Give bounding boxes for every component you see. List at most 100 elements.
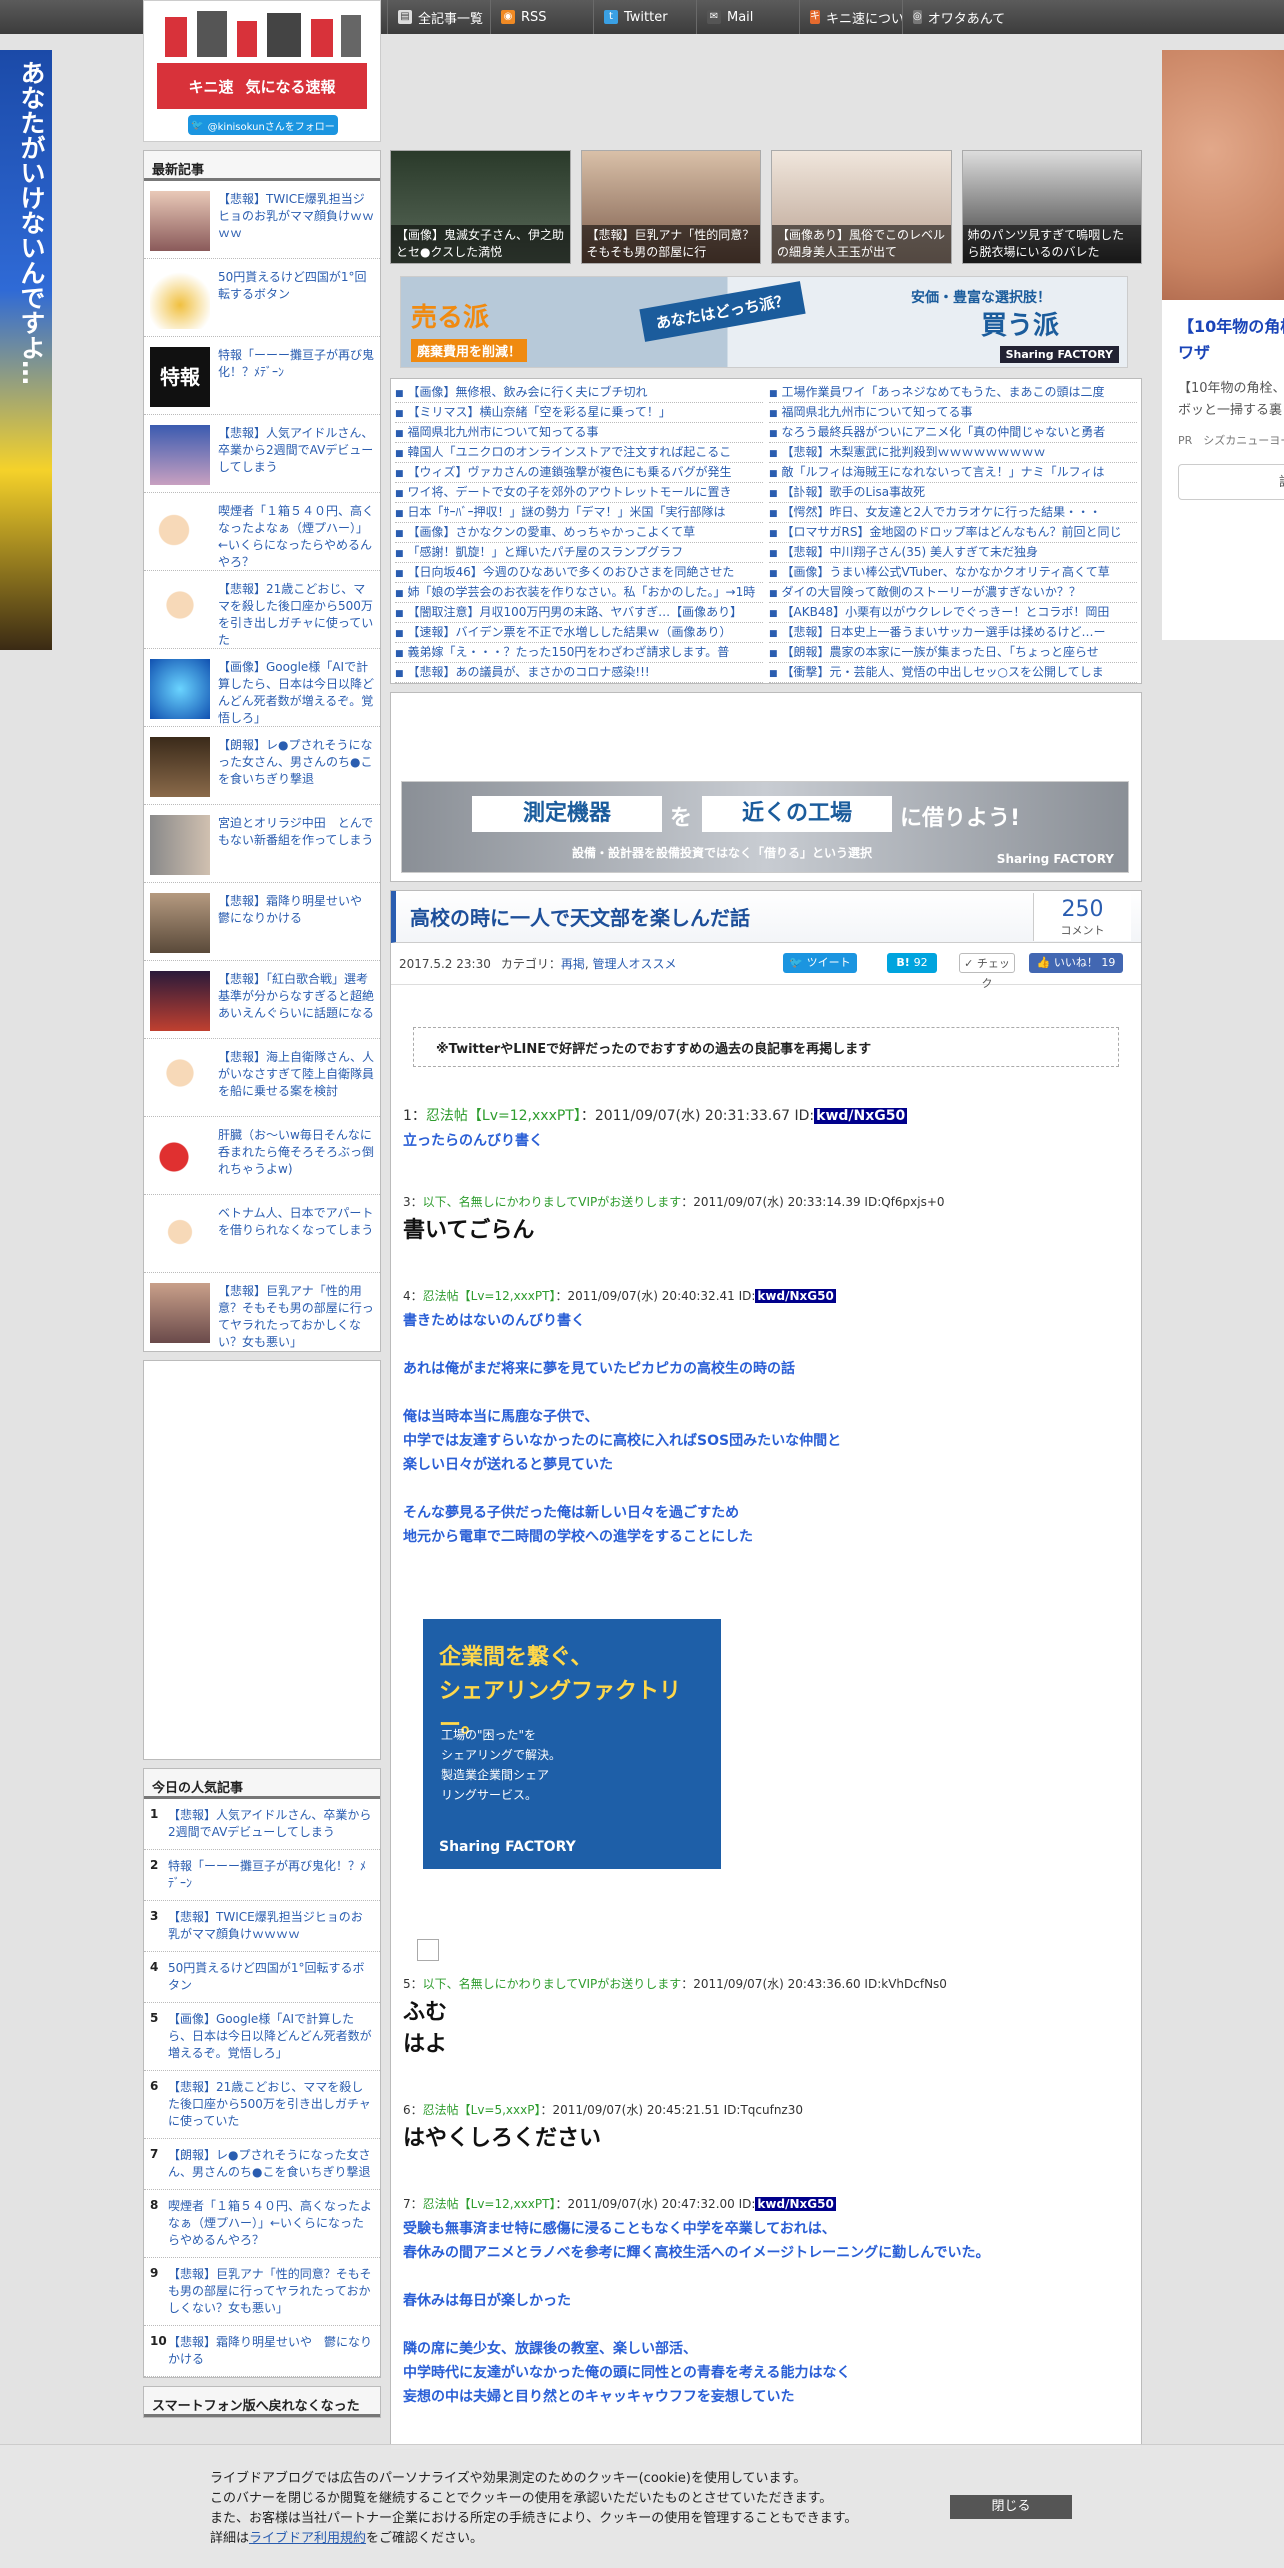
left-skyscraper-ad[interactable]: あなたがいけないんですよ… xyxy=(0,50,52,650)
rank-title[interactable]: 【悲報】21歳こどおじ、ママを殺した後口座から500万を引き出しガチャに使ってい… xyxy=(168,2079,374,2130)
ranking-item[interactable]: 3 【悲報】TWICE爆乳担当ジヒョのお乳がママ顔負けｗｗｗｗ xyxy=(144,1901,380,1952)
latest-article-title[interactable]: 特報「ーーー攤亘子が再び鬼化！？ﾒﾃﾞｰﾝ xyxy=(218,347,374,415)
terms-link[interactable]: ライブドア利用規約 xyxy=(249,2531,366,2546)
antenna-link[interactable]: 【訃報】歌手のLisa事故死 xyxy=(769,483,1137,503)
comment-count[interactable]: 250 コメント xyxy=(1033,893,1131,941)
rank-title[interactable]: 喫煙者「１箱５４０円、高くなったよなぁ（煙プハー）」←いくらになったらやめるんや… xyxy=(168,2198,374,2249)
antenna-link[interactable]: なろう最終兵器がついにアニメ化「真の仲間じゃないと勇者 xyxy=(769,423,1137,443)
check-button[interactable]: ✓ チェック xyxy=(959,953,1015,990)
antenna-link[interactable]: ワイ将、デートで女の子を郊外のアウトレットモールに置き xyxy=(395,483,763,503)
rank-title[interactable]: 50円貰えるけど四国が1°回転するボタン xyxy=(168,1960,374,1994)
antenna-link[interactable]: 日本「ｻｰﾊﾞｰ押収！」謎の勢力「デマ！」米国「実行部隊は xyxy=(395,503,763,523)
latest-article[interactable]: 【画像】Google様「AIで計算したら、日本は今日以降どんどん死者数が増えるぞ… xyxy=(144,649,380,727)
ranking-item[interactable]: 5 【画像】Google様「AIで計算したら、日本は今日以降どんどん死者数が増える… xyxy=(144,2003,380,2071)
antenna-link[interactable]: 【闇取注意】月収100万円男の末路、ヤバすぎ…【画像あり】 xyxy=(395,603,763,623)
latest-article-title[interactable]: 宮迫とオリラジ中田 とんでもない新番組を作ってしまう xyxy=(218,815,374,883)
nav-mail[interactable]: ✉ Mail xyxy=(696,0,799,34)
antenna-link[interactable]: 姉「娘の学芸会のお衣装を作りなさい。私「おかのした。」→1時 xyxy=(395,583,763,603)
latest-article-title[interactable]: 【悲報】TWICE爆乳担当ジヒョのお乳がママ顔負けｗｗｗｗ xyxy=(218,191,374,259)
twitter-follow-button[interactable]: 🐦 @kinisokunさんをフォロー xyxy=(188,115,338,135)
rank-title[interactable]: 【画像】Google様「AIで計算したら、日本は今日以降どんどん死者数が増えるぞ… xyxy=(168,2011,374,2062)
site-logo[interactable] xyxy=(157,7,367,63)
ranking-item[interactable]: 2 特報「ーーー攤亘子が再び鬼化！？ﾒﾃﾞｰﾝ xyxy=(144,1850,380,1901)
latest-article-title[interactable]: 【画像】Google様「AIで計算したら、日本は今日以降どんどん死者数が増えるぞ… xyxy=(218,659,374,727)
rank-title[interactable]: 特報「ーーー攤亘子が再び鬼化！？ﾒﾃﾞｰﾝ xyxy=(168,1858,374,1892)
rank-title[interactable]: 【悲報】人気アイドルさん、卒業から2週間でAVデビューしてしまう xyxy=(168,1807,374,1841)
inline-ad[interactable]: 企業間を繋ぐ、 シェアリングファクトリー。 工場の"困った"を シェアリングで解決… xyxy=(423,1619,721,1869)
latest-article[interactable]: 【悲報】海上自衛隊さん、人がいなさすぎて陸上自衛隊員を船に乗せる案を検討 xyxy=(144,1039,380,1117)
antenna-link[interactable]: 【衝撃】元・芸能人、覚悟の中出しセッ○スを公開してしま xyxy=(769,663,1137,683)
antenna-link[interactable]: 工場作業員ワイ「あっネジなめてもうた、まあこの頭は二度 xyxy=(769,383,1137,403)
nav-about[interactable]: キキニ速について xyxy=(799,0,902,34)
antenna-link[interactable]: 【ロマサガRS】金地図のドロップ率はどんなもん？前回と同じ xyxy=(769,523,1137,543)
nav-antenna[interactable]: ◎ オワタあんてな xyxy=(902,0,1005,34)
right-ad-title-2[interactable]: ワザ xyxy=(1162,340,1284,366)
antenna-link[interactable]: 【ウィズ】ヴァカさんの連鎖強撃が複色にも乗るバグが発生 xyxy=(395,463,763,483)
measuring-banner[interactable]: 測定機器 を 近くの工場 に借りよう! 設備・設計器を設備投資ではなく「借りる」… xyxy=(401,781,1129,873)
latest-article[interactable]: 【悲報】巨乳アナ「性的用意？そもそも男の部屋に行ってヤラれたっておかしくない？女… xyxy=(144,1273,380,1351)
category-link[interactable]: 再掲 xyxy=(561,957,585,971)
antenna-link[interactable]: 【画像】うまい棒公式VTuber、なかなかクオリティ高くて草 xyxy=(769,563,1137,583)
antenna-link[interactable]: 【悲報】中川翔子さん(35) 美人すぎて未だ独身 xyxy=(769,543,1137,563)
latest-article[interactable]: ベトナム人、日本でアパートを借りられなくなってしまう xyxy=(144,1195,380,1273)
featured-article[interactable]: 【画像】鬼滅女子さん、伊之助とセ●クスした満悦 xyxy=(390,150,571,264)
latest-article[interactable]: 特報 特報「ーーー攤亘子が再び鬼化！？ﾒﾃﾞｰﾝ xyxy=(144,337,380,415)
latest-article[interactable]: 【悲報】TWICE爆乳担当ジヒョのお乳がママ顔負けｗｗｗｗ xyxy=(144,181,380,259)
antenna-link[interactable]: 【AKB48】小栗有以がウクレレでぐっきー！とコラボ！岡田 xyxy=(769,603,1137,623)
antenna-link[interactable]: 【速報】バイデン票を不正で水増しした結果ｗ（画像あり） xyxy=(395,623,763,643)
latest-article-title[interactable]: 肝臓（お～いw毎日そんなに呑まれたら俺そろそろぶっ倒れちゃうよw) xyxy=(218,1127,374,1195)
antenna-link[interactable]: 【愕然】昨日、女友達と2人でカラオケに行った結果・・・ xyxy=(769,503,1137,523)
category-link[interactable]: 管理人オススメ xyxy=(593,957,677,971)
like-button[interactable]: 👍 いいね！ 19 xyxy=(1029,953,1123,973)
antenna-link[interactable]: 【朗報】農家の本家に一族が集まった日、「ちょっと座らせ xyxy=(769,643,1137,663)
antenna-link[interactable]: 【画像】さかなクンの愛車、めっちゃかっこよくて草 xyxy=(395,523,763,543)
antenna-link[interactable]: 韓国人「ユニクロのオンラインストアで注文すれば起こるこ xyxy=(395,443,763,463)
latest-article[interactable]: 宮迫とオリラジ中田 とんでもない新番組を作ってしまう xyxy=(144,805,380,883)
nav-all-articles[interactable]: ▤ 全記事一覧 xyxy=(387,0,490,34)
featured-article[interactable]: 姉のパンツ見すぎて嗚咽したら脱衣場にいるのバレた xyxy=(961,150,1142,264)
ranking-item[interactable]: 6 【悲報】21歳こどおじ、ママを殺した後口座から500万を引き出しガチャに使って… xyxy=(144,2071,380,2139)
antenna-link[interactable]: 福岡県北九州市について知ってる事 xyxy=(395,423,763,443)
antenna-link[interactable]: 【ミリマス】横山奈緒「空を彩る星に乗って！」 xyxy=(395,403,763,423)
latest-article[interactable]: 喫煙者「１箱５４０円、高くなったよなぁ（煙プハー）」←いくらになったらやめるんや… xyxy=(144,493,380,571)
rank-title[interactable]: 【悲報】TWICE爆乳担当ジヒョのお乳がママ顔負けｗｗｗｗ xyxy=(168,1909,374,1943)
latest-article-title[interactable]: 【悲報】21歳こどおじ、ママを殺した後口座から500万を引き出しガチャに使ってい… xyxy=(218,581,374,649)
latest-article[interactable]: 肝臓（お～いw毎日そんなに呑まれたら俺そろそろぶっ倒れちゃうよw) xyxy=(144,1117,380,1195)
right-ad-button[interactable]: 詳 xyxy=(1178,464,1284,500)
ranking-item[interactable]: 9 【悲報】巨乳アナ「性的同意？そもそも男の部屋に行ってヤラれたっておかしくない？… xyxy=(144,2258,380,2326)
latest-article[interactable]: 【悲報】人気アイドルさん、卒業から2週間でAVデビューしてしまう xyxy=(144,415,380,493)
ranking-item[interactable]: 7 【朗報】レ●プされそうになった女さん、男さんのち●こを食いちぎり撃退 xyxy=(144,2139,380,2190)
antenna-link[interactable]: 敵「ルフィは海賊王になれないって言え！」ナミ「ルフィは xyxy=(769,463,1137,483)
right-ad-title[interactable]: 【10年物の角栓た…】ズボッ xyxy=(1162,300,1284,340)
rank-title[interactable]: 【悲報】霜降り明星せいや 鬱になりかける xyxy=(168,2334,374,2368)
latest-article[interactable]: 【悲報】霜降り明星せいや 鬱になりかける xyxy=(144,883,380,961)
antenna-link[interactable]: 義弟嫁「え・・・？たった150円をわざわざ請求します。普 xyxy=(395,643,763,663)
antenna-link[interactable]: 【悲報】日本史上一番うまいサッカー選手は揉めるけど…ー xyxy=(769,623,1137,643)
latest-article-title[interactable]: ベトナム人、日本でアパートを借りられなくなってしまう xyxy=(218,1205,374,1273)
nav-twitter[interactable]: t Twitter xyxy=(593,0,696,34)
latest-article[interactable]: 【悲報】「紅白歌合戦」選考基準が分からなすぎると超絶あいえんぐらいに話題になる xyxy=(144,961,380,1039)
latest-article[interactable]: 【朗報】レ●プされそうになった女さん、男さんのち●こを食いちぎり撃退 xyxy=(144,727,380,805)
hatebu-button[interactable]: B! 92 xyxy=(887,953,937,973)
latest-article[interactable]: 【悲報】21歳こどおじ、ママを殺した後口座から500万を引き出しガチャに使ってい… xyxy=(144,571,380,649)
tweet-button[interactable]: 🐦 ツイート xyxy=(783,953,857,973)
latest-article-title[interactable]: 【悲報】人気アイドルさん、卒業から2週間でAVデビューしてしまう xyxy=(218,425,374,493)
antenna-link[interactable]: 【画像】無修根、飲み会に行く夫にブチ切れ xyxy=(395,383,763,403)
rank-title[interactable]: 【悲報】巨乳アナ「性的同意？そもそも男の部屋に行ってヤラれたっておかしくない？女… xyxy=(168,2266,374,2317)
latest-article-title[interactable]: 【悲報】「紅白歌合戦」選考基準が分からなすぎると超絶あいえんぐらいに話題になる xyxy=(218,971,374,1039)
cookie-close-button[interactable]: 閉じる xyxy=(950,2495,1072,2519)
latest-article-title[interactable]: 【悲報】海上自衛隊さん、人がいなさすぎて陸上自衛隊員を船に乗せる案を検討 xyxy=(218,1049,374,1117)
latest-article-title[interactable]: 50円貰えるけど四国が1°回転するボタン xyxy=(218,269,374,337)
nav-rss[interactable]: ◉ RSS xyxy=(490,0,593,34)
antenna-link[interactable]: 【日向坂46】今週のひなあいで多くのおひさまを同絶させた xyxy=(395,563,763,583)
sharing-factory-banner[interactable]: 売る派 廃棄費用を削減！ あなたはどっち派？ 安価・豊富な選択肢！ 買う派 Sh… xyxy=(400,276,1128,368)
antenna-link[interactable]: 「感謝！凱旋！」と輝いたパチ屋のスランプグラフ xyxy=(395,543,763,563)
latest-article-title[interactable]: 【朗報】レ●プされそうになった女さん、男さんのち●こを食いちぎり撃退 xyxy=(218,737,374,805)
ranking-item[interactable]: 8 喫煙者「１箱５４０円、高くなったよなぁ（煙プハー）」←いくらになったらやめるん… xyxy=(144,2190,380,2258)
latest-article-title[interactable]: 【悲報】霜降り明星せいや 鬱になりかける xyxy=(218,893,374,961)
right-sidebar-ad[interactable]: 【10年物の角栓た…】ズボッ ワザ 【10年物の角栓、 ボッと一掃する裏 PR … xyxy=(1162,50,1284,640)
antenna-link[interactable]: ダイの大冒険って敵側のストーリーが濃すぎないか？？ xyxy=(769,583,1137,603)
antenna-link[interactable]: 福岡県北九州市について知ってる事 xyxy=(769,403,1137,423)
latest-article[interactable]: 50円貰えるけど四国が1°回転するボタン xyxy=(144,259,380,337)
article-title[interactable]: 高校の時に一人で天文部を楽しんだ話 xyxy=(391,891,1141,943)
